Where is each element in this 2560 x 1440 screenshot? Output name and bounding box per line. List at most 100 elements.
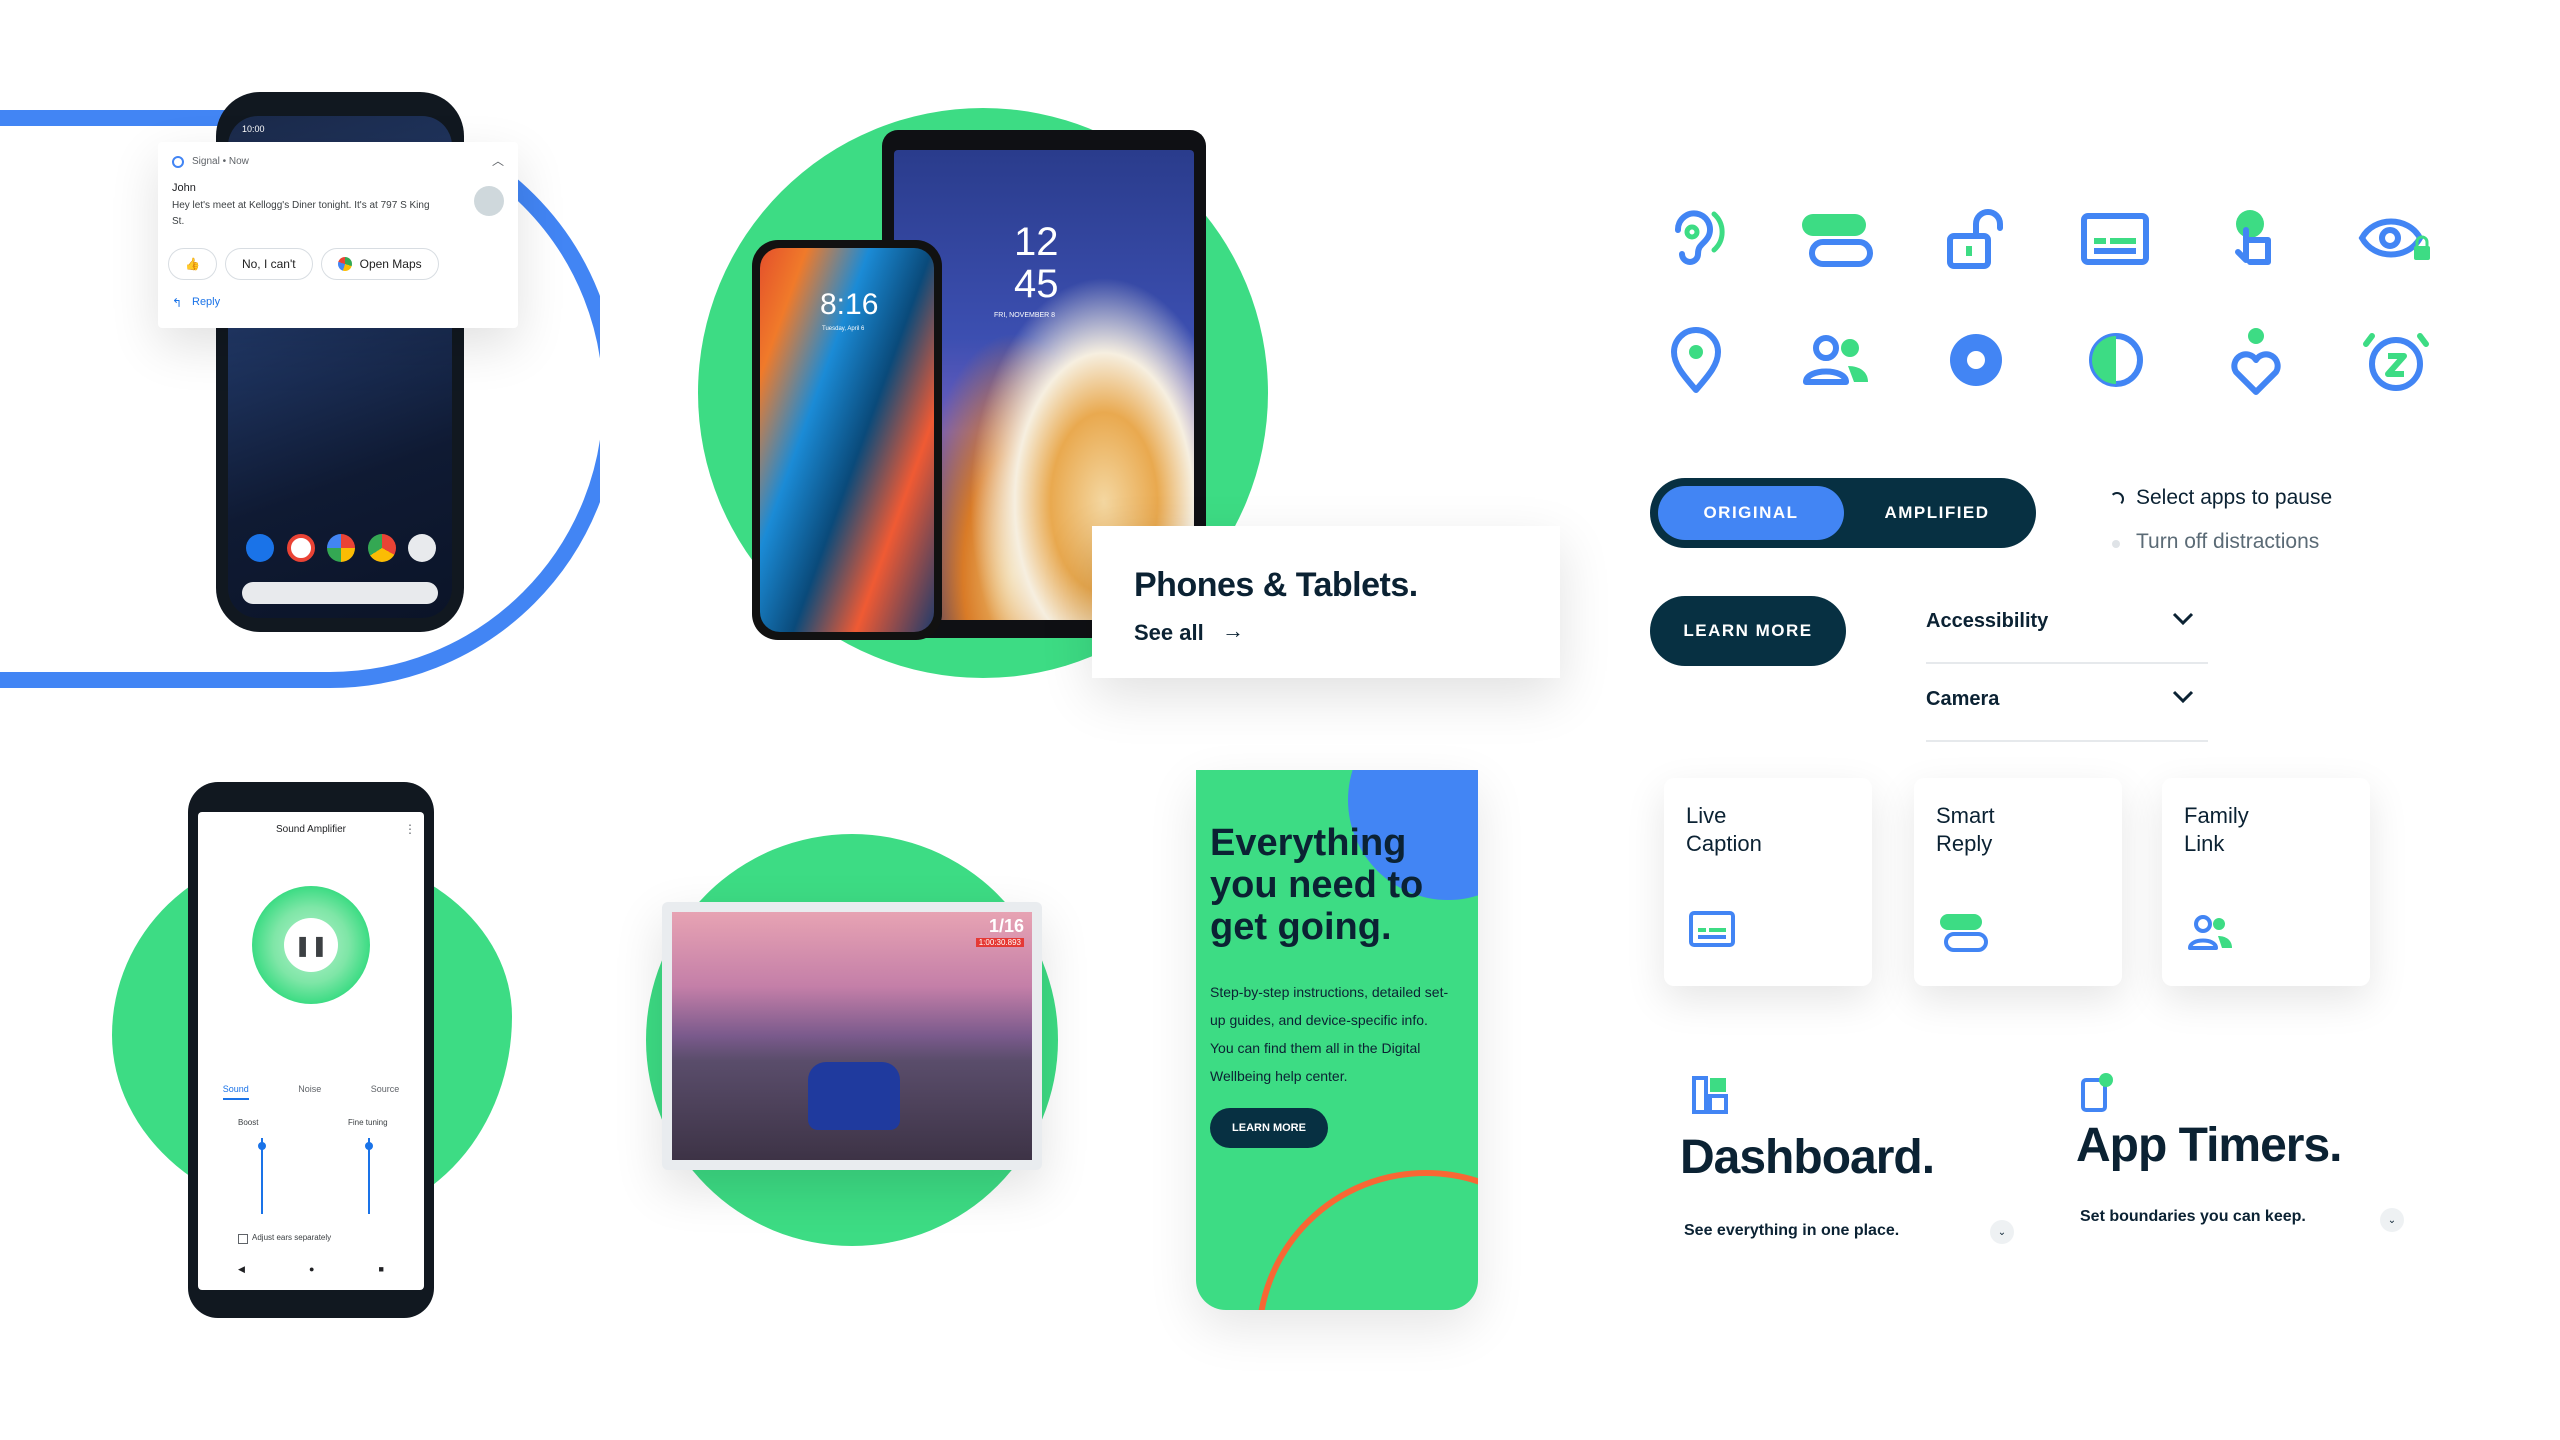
thumbs-up-button[interactable]: 👍 xyxy=(168,248,217,280)
gmail-app-icon[interactable] xyxy=(286,534,315,562)
toggle-amplified-option[interactable]: AMPLIFIED xyxy=(1844,486,2030,540)
card-title: Smart Reply xyxy=(1936,803,1995,856)
tab-sound[interactable]: Sound xyxy=(222,1084,249,1100)
reply-icon[interactable]: ↰ xyxy=(172,296,182,310)
eye-lock-icon xyxy=(2358,218,2430,260)
card-title: Live Caption xyxy=(1686,803,1762,856)
snooze-icon xyxy=(2363,333,2429,391)
toggle-icon xyxy=(1802,214,1873,267)
race-car xyxy=(808,1062,900,1130)
notification-app-name: Signal • Now xyxy=(192,156,249,167)
home-icon[interactable]: ● xyxy=(309,1264,314,1275)
dropdown-label: Accessibility xyxy=(1926,610,2049,632)
people-icon xyxy=(2188,915,2232,950)
original-amplified-toggle[interactable]: ORIGINAL AMPLIFIED xyxy=(1650,478,2036,548)
live-caption-card[interactable]: Live Caption xyxy=(1664,778,1872,986)
boost-slider[interactable] xyxy=(258,1138,266,1214)
sound-amplifier-title: Sound Amplifier xyxy=(275,824,347,835)
nav-bar: ◀ ● ■ xyxy=(238,1264,384,1275)
notification-message: Hey let's meet at Kellogg's Diner tonigh… xyxy=(172,200,430,227)
sound-amplifier-screen: Sound Amplifier ⋮ ❚❚ Sound Noise Source … xyxy=(198,812,424,1290)
notification-sender: John xyxy=(172,182,196,194)
signal-app-icon xyxy=(172,156,184,168)
dashboard-icon xyxy=(1692,1076,1728,1114)
more-options-icon[interactable]: ⋮ xyxy=(404,822,416,836)
phone-date: Tuesday, April 6 xyxy=(822,326,865,332)
phone-clock: 8:16 xyxy=(820,288,879,321)
open-maps-button[interactable]: Open Maps xyxy=(320,248,439,280)
tablet-clock-hours: 12 xyxy=(1014,220,1059,264)
arrow-right-icon[interactable]: → xyxy=(1222,618,1244,644)
decline-button[interactable]: No, I can't xyxy=(224,248,313,280)
game-screen[interactable]: 1/16 1:00:30.893 xyxy=(672,912,1032,1160)
contact-avatar xyxy=(474,186,504,216)
app-timers-subtitle: Set boundaries you can keep. xyxy=(2080,1208,2306,1225)
fine-tuning-slider[interactable] xyxy=(365,1138,373,1214)
caption-icon xyxy=(1689,911,1735,947)
notification-card[interactable]: Signal • Now ︿ John Hey let's meet at Ke… xyxy=(158,142,518,328)
dashboard-expand-button[interactable]: ⌄ xyxy=(1990,1220,2014,1244)
accessibility-dropdown[interactable]: Accessibility xyxy=(1926,586,2208,664)
smart-reply-card[interactable]: Smart Reply xyxy=(1914,778,2122,986)
camera-dropdown[interactable]: Camera xyxy=(1926,664,2208,742)
card-title: Family Link xyxy=(2184,803,2249,856)
slider-handle[interactable] xyxy=(365,1142,373,1150)
chevron-down-icon: ⌄ xyxy=(1997,1226,2007,1238)
back-icon[interactable]: ◀ xyxy=(238,1264,245,1275)
promo-learn-more-button[interactable]: LEARN MORE xyxy=(1210,1108,1328,1148)
heart-pin-icon xyxy=(2231,328,2281,395)
toggle-original-option[interactable]: ORIGINAL xyxy=(1658,486,1844,540)
promo-body: Step-by-step instructions, detailed set-… xyxy=(1210,984,1449,1084)
pause-icon: ❚❚ xyxy=(294,934,328,957)
pause-button[interactable]: ❚❚ xyxy=(284,918,338,972)
adjust-ears-label: Adjust ears separately xyxy=(252,1233,332,1242)
radio-selected-icon xyxy=(2110,492,2124,506)
fine-tuning-label: Fine tuning xyxy=(348,1118,388,1127)
promo-title: Everything you need to get going. xyxy=(1210,822,1424,948)
dropdown-label: Camera xyxy=(1926,688,2000,710)
ear-icon xyxy=(1674,210,1725,265)
dashboard-title: Dashboard. xyxy=(1680,1131,1935,1184)
chevron-up-icon[interactable]: ︿ xyxy=(492,152,504,169)
app-timers-expand-button[interactable]: ⌄ xyxy=(2380,1208,2404,1232)
adjust-ears-checkbox[interactable] xyxy=(238,1234,248,1244)
open-maps-label: Open Maps xyxy=(359,257,422,271)
location-pin-icon xyxy=(1671,327,1721,393)
phones-tablets-card[interactable]: Phones & Tablets. See all → xyxy=(1092,526,1560,678)
caption-icon xyxy=(2081,213,2149,265)
tab-source[interactable]: Source xyxy=(371,1084,400,1100)
game-tablet: 1/16 1:00:30.893 xyxy=(662,902,1042,1170)
phone-app-icon[interactable] xyxy=(246,534,274,562)
phone-device: 8:16 Tuesday, April 6 xyxy=(752,240,942,640)
sound-amplifier-phone: Sound Amplifier ⋮ ❚❚ Sound Noise Source … xyxy=(188,782,434,1318)
boost-label: Boost xyxy=(238,1118,259,1127)
tablet-clock-minutes: 45 xyxy=(1014,262,1059,306)
phone-device-screen: 8:16 Tuesday, April 6 xyxy=(760,248,934,632)
race-timer: 1:00:30.893 xyxy=(975,938,1024,947)
camera-app-icon[interactable] xyxy=(408,534,436,562)
slider-handle[interactable] xyxy=(258,1142,266,1150)
promo-card: Everything you need to get going. Step-b… xyxy=(1196,770,1478,1310)
see-all-link[interactable]: See all xyxy=(1134,620,1204,646)
chevron-down-icon xyxy=(2172,612,2194,626)
touch-icon xyxy=(2235,210,2271,265)
maps-icon xyxy=(337,257,352,271)
contrast-icon xyxy=(2089,333,2143,387)
photos-app-icon[interactable] xyxy=(327,534,355,562)
toggle-icon xyxy=(1940,914,1988,952)
recents-icon[interactable]: ■ xyxy=(379,1264,384,1275)
tab-noise[interactable]: Noise xyxy=(298,1084,321,1100)
race-rank: 1/16 xyxy=(988,916,1024,936)
amplifier-tabs: Sound Noise Source xyxy=(198,1084,424,1100)
app-timers-title: App Timers. xyxy=(2076,1119,2343,1172)
reply-button[interactable]: Reply xyxy=(192,296,220,308)
learn-more-button[interactable]: LEARN MORE xyxy=(1650,596,1846,666)
radio-unselected-icon xyxy=(2112,540,2120,548)
people-icon xyxy=(1803,335,1868,385)
family-link-card[interactable]: Family Link xyxy=(2162,778,2370,986)
unlock-icon xyxy=(1947,209,2003,269)
chrome-app-icon[interactable] xyxy=(367,534,396,562)
orange-arc-decoration xyxy=(1256,1170,1478,1310)
google-search-bar[interactable] xyxy=(242,582,438,604)
radio-option-label: Turn off distractions xyxy=(2136,530,2320,553)
